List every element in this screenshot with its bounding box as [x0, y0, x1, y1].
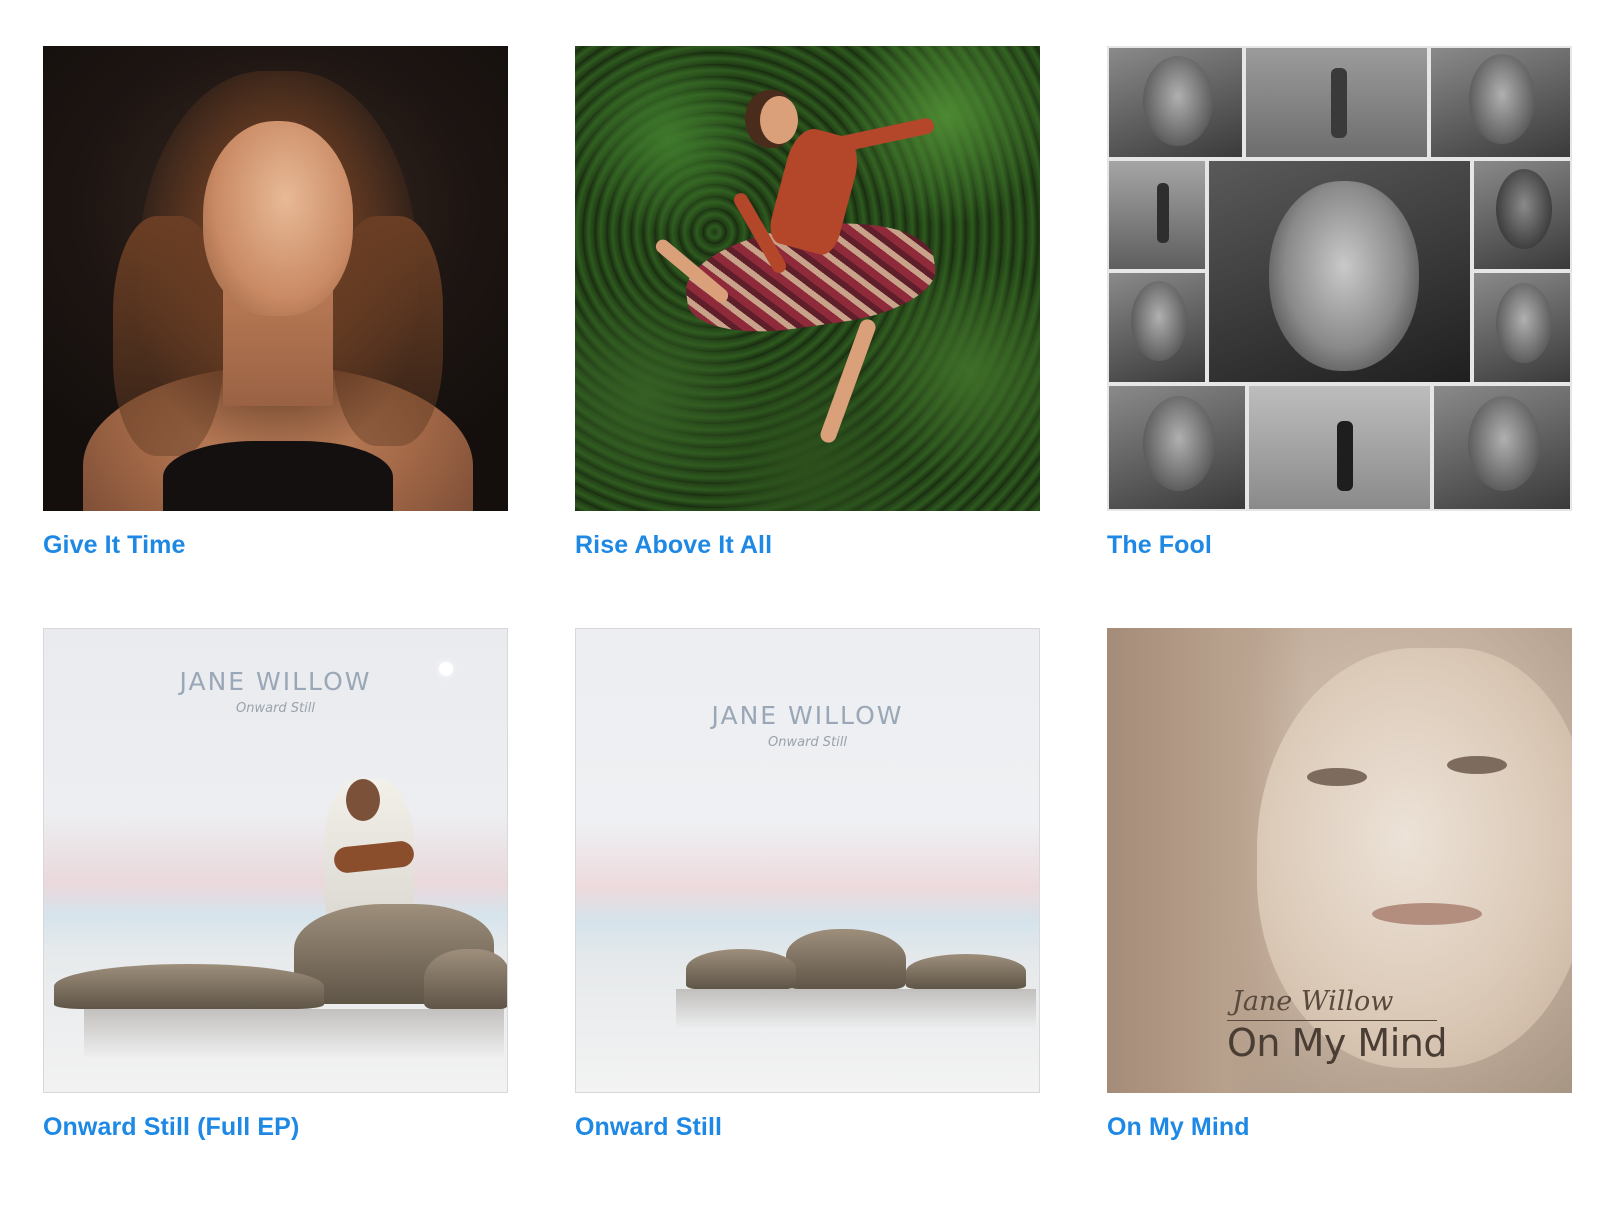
- release-title-link[interactable]: Rise Above It All: [575, 531, 1040, 560]
- cover-rock: [54, 964, 324, 1009]
- cover-face: [203, 121, 353, 316]
- collage-tile: [1107, 46, 1244, 159]
- release-card[interactable]: Give It Time: [43, 46, 508, 628]
- release-title-link[interactable]: On My Mind: [1107, 1113, 1572, 1142]
- cover-signature: Jane Willow: [1232, 986, 1394, 1017]
- release-cover-image[interactable]: Jane Willow On My Mind: [1107, 628, 1572, 1093]
- release-cover-image[interactable]: JANE WILLOW Onward Still: [575, 628, 1040, 1093]
- cover-artist-name: JANE WILLOW: [179, 667, 372, 696]
- release-title-link[interactable]: Onward Still: [575, 1113, 1040, 1142]
- collage-tile: [1429, 46, 1572, 159]
- collage-figure: [1157, 183, 1169, 243]
- collage-tile: [1432, 384, 1572, 511]
- collage-face-large: [1269, 181, 1419, 371]
- collage-face: [1468, 396, 1540, 491]
- cover-rock: [424, 949, 507, 1009]
- release-cover-image[interactable]: [575, 46, 1040, 511]
- release-title-link[interactable]: Give It Time: [43, 531, 508, 560]
- release-title-link[interactable]: The Fool: [1107, 531, 1572, 560]
- release-cover-image[interactable]: [43, 46, 508, 511]
- release-card[interactable]: JANE WILLOW Onward Still Onward Still (F…: [43, 628, 508, 1210]
- release-card[interactable]: Jane Willow On My Mind On My Mind: [1107, 628, 1572, 1210]
- collage-tile-large: [1207, 159, 1472, 384]
- cover-rock: [686, 949, 796, 989]
- collage-face: [1496, 283, 1552, 363]
- cover-title-text: On My Mind: [1227, 1021, 1447, 1065]
- cover-rock: [786, 929, 906, 989]
- release-title-link[interactable]: Onward Still (Full EP): [43, 1113, 508, 1142]
- collage-figure: [1337, 421, 1353, 491]
- cover-rock: [906, 954, 1026, 989]
- cover-figure-head: [346, 779, 380, 821]
- cover-album-name: Onward Still: [768, 735, 847, 750]
- cover-eye: [1307, 768, 1367, 786]
- collage-tile: [1107, 271, 1207, 384]
- release-card[interactable]: Rise Above It All: [575, 46, 1040, 628]
- release-cover-image[interactable]: JANE WILLOW Onward Still: [43, 628, 508, 1093]
- collage-face: [1131, 281, 1187, 361]
- collage-face: [1143, 56, 1213, 146]
- cover-album-name: Onward Still: [236, 701, 315, 716]
- release-grid: Give It Time Rise Above It All The Fool …: [43, 46, 1572, 1210]
- cover-reflection: [84, 1009, 504, 1059]
- collage-tile: [1107, 159, 1207, 271]
- collage-tile: [1244, 46, 1429, 159]
- release-card[interactable]: The Fool: [1107, 46, 1572, 628]
- cover-artist-name: JANE WILLOW: [711, 701, 904, 730]
- collage-tile: [1107, 384, 1247, 511]
- release-cover-image[interactable]: [1107, 46, 1572, 511]
- cover-arm: [824, 116, 936, 156]
- collage-face: [1496, 169, 1552, 249]
- cover-reflection: [676, 989, 1036, 1029]
- collage-tile: [1472, 159, 1572, 271]
- cover-head: [760, 96, 798, 144]
- collage-tile: [1247, 384, 1432, 511]
- collage-face: [1143, 396, 1215, 491]
- cover-leg: [818, 317, 878, 445]
- cover-eye: [1447, 756, 1507, 774]
- release-card[interactable]: JANE WILLOW Onward Still Onward Still: [575, 628, 1040, 1210]
- collage-tile: [1472, 271, 1572, 384]
- cover-lips: [1372, 903, 1482, 925]
- cover-garment: [163, 441, 393, 511]
- collage-figure: [1331, 68, 1347, 138]
- collage-face: [1469, 54, 1535, 144]
